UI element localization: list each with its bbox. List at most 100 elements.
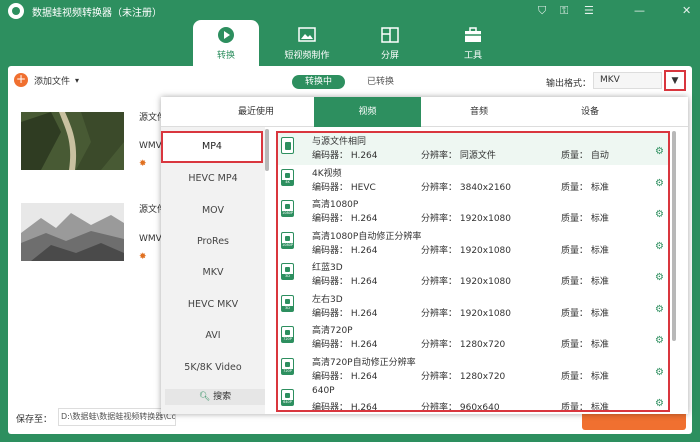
preset-item[interactable]: 4K 4K视频 编码器： HEVC 分辨率： 3840x2160 质量： 标准 …	[278, 165, 668, 197]
output-format-select[interactable]: MKV	[593, 72, 662, 89]
format-item-hevc-mkv[interactable]: HEVC MKV	[161, 289, 265, 321]
app-window: 数据蛙视频转换器（未注册） ⛉ ⚿ ☰ — ✕ 转换 短视频制作 分屏 工具 +…	[0, 0, 700, 442]
dropdown-arrow-icon: ▼	[671, 75, 679, 86]
same-as-source-icon	[281, 137, 294, 154]
video-thumbnail[interactable]	[21, 112, 124, 170]
edit-effects-icon[interactable]: ✸	[139, 159, 147, 169]
preset-name: 640P	[312, 386, 335, 396]
gear-icon[interactable]: ⚙	[655, 147, 664, 157]
video-preset-icon: 4K	[281, 168, 294, 186]
gear-icon[interactable]: ⚙	[655, 273, 664, 283]
tab-device[interactable]: 设备	[537, 97, 643, 127]
gear-icon[interactable]: ⚙	[655, 210, 664, 220]
preset-codec: 编码器： H.264	[312, 340, 378, 350]
format-item-hevc-mp4[interactable]: HEVC MP4	[161, 163, 265, 195]
cart-icon[interactable]: ⛉	[538, 4, 546, 18]
save-path-field[interactable]: D:\数据蛙\数据蛙视频转换器\Converted	[58, 408, 176, 426]
preset-quality: 质量： 标准	[561, 340, 609, 350]
tab-short-video-label: 短视频制作	[284, 51, 330, 61]
format-item-mkv[interactable]: MKV	[161, 257, 265, 289]
format-popup: 最近使用 视频 音频 设备 MP4 HEVC MP4 MOV ProRes MK…	[161, 97, 688, 414]
format-item-5k8k[interactable]: 5K/8K Video	[161, 352, 265, 384]
plus-icon: +	[14, 72, 28, 87]
tab-split-screen[interactable]: 分屏	[357, 20, 423, 66]
gear-icon[interactable]: ⚙	[655, 304, 664, 315]
video-preset-icon: 3D	[281, 294, 294, 312]
search-icon: 🔍︎	[198, 392, 211, 402]
preset-resolution: 分辨率： 1920x1080	[421, 214, 511, 224]
format-category-tabs: 最近使用 视频 音频 设备	[161, 97, 688, 127]
tab-converting[interactable]: 转换中	[292, 75, 346, 89]
file-format: WMV	[139, 141, 162, 151]
video-thumbnail[interactable]	[21, 203, 124, 261]
add-file-button[interactable]: + 添加文件 ▾	[14, 73, 79, 87]
format-item-avi[interactable]: AVI	[161, 320, 265, 352]
add-file-chevron-icon[interactable]: ▾	[75, 76, 79, 85]
preset-codec: 编码器： H.264	[312, 371, 378, 382]
preset-item[interactable]: 与源文件相同 编码器： H.264 分辨率： 同源文件 质量： 自动 ⚙	[278, 133, 668, 165]
gear-icon[interactable]: ⚙	[655, 336, 664, 346]
video-preset-icon: 720P	[281, 357, 294, 375]
preset-quality: 质量： 标准	[561, 371, 609, 382]
menu-icon[interactable]: ☰	[584, 4, 594, 17]
preset-resolution: 分辨率： 1920x1080	[421, 245, 511, 256]
preset-item[interactable]: 1080P 高清1080P自动修正分辨率 编码器： H.264 分辨率： 192…	[278, 228, 668, 260]
toolbox-icon	[462, 25, 484, 45]
tab-recent[interactable]: 最近使用	[203, 97, 309, 127]
app-logo-icon	[8, 3, 24, 19]
preset-codec: 编码器： H.264	[312, 151, 378, 161]
preset-item[interactable]: 720P 高清720P 编码器： H.264 分辨率： 1280x720 质量：…	[278, 322, 668, 354]
video-preset-icon: 1080P	[281, 231, 294, 249]
format-search-button[interactable]: 🔍︎ 搜索	[165, 389, 265, 405]
file-format: WMV	[139, 234, 162, 244]
gear-icon[interactable]: ⚙	[655, 367, 664, 378]
preset-codec: 编码器： H.264	[312, 214, 378, 224]
tab-audio[interactable]: 音频	[426, 97, 532, 127]
close-button[interactable]: ✕	[682, 4, 691, 17]
gear-icon[interactable]: ⚙	[655, 241, 664, 252]
split-screen-icon	[379, 25, 401, 45]
tab-convert[interactable]: 转换	[193, 20, 259, 66]
preset-quality: 质量： 标准	[561, 403, 609, 412]
tab-tools[interactable]: 工具	[440, 20, 506, 66]
video-preset-icon: 1080P	[281, 200, 294, 217]
tab-short-video[interactable]: 短视频制作	[274, 20, 340, 66]
tab-tools-label: 工具	[463, 51, 482, 61]
format-dropdown-button[interactable]: ▼	[664, 70, 686, 91]
app-title: 数据蛙视频转换器（未注册）	[32, 7, 162, 19]
video-preset-icon: 640P	[281, 389, 294, 406]
preset-item[interactable]: 1080P 高清1080P 编码器： H.264 分辨率： 1920x1080 …	[278, 196, 668, 228]
preset-codec: 编码器： H.264	[312, 277, 378, 287]
preset-item[interactable]: 3D 左右3D 编码器： H.264 分辨率： 1920x1080 质量： 标准…	[278, 291, 668, 323]
preset-quality: 质量： 标准	[561, 277, 609, 287]
preset-name: 高清720P自动修正分辨率	[312, 357, 416, 368]
convert-toolbar: + 添加文件 ▾ 转换中 已转换 输出格式： MKV ▼	[8, 66, 692, 96]
format-list-scrollbar[interactable]	[265, 129, 269, 171]
minimize-button[interactable]: —	[634, 4, 645, 17]
tab-converted[interactable]: 已转换	[354, 75, 407, 89]
format-item-mov[interactable]: MOV	[161, 195, 265, 227]
edit-effects-icon[interactable]: ✸	[139, 252, 147, 262]
key-icon[interactable]: ⚿	[560, 4, 568, 18]
preset-resolution: 分辨率： 1920x1080	[421, 277, 511, 287]
preset-quality: 质量： 标准	[561, 182, 609, 193]
tab-split-screen-label: 分屏	[380, 51, 399, 61]
gear-icon[interactable]: ⚙	[655, 178, 664, 189]
title-bar: 数据蛙视频转换器（未注册） ⛉ ⚿ ☰ — ✕	[0, 0, 700, 22]
tab-convert-label: 转换	[216, 51, 235, 61]
preset-item[interactable]: 720P 高清720P自动修正分辨率 编码器： H.264 分辨率： 1280x…	[278, 354, 668, 386]
output-format-label: 输出格式：	[546, 79, 592, 89]
main-nav: 转换 短视频制作 分屏 工具	[0, 20, 700, 66]
gear-icon[interactable]: ⚙	[655, 399, 664, 409]
preset-list-scrollbar[interactable]	[672, 131, 676, 341]
format-item-prores[interactable]: ProRes	[161, 226, 265, 258]
preset-resolution: 分辨率： 3840x2160	[421, 182, 511, 193]
preset-name: 高清1080P自动修正分辨率	[312, 231, 422, 242]
file-item[interactable]: 源文件 WMV ✸	[8, 196, 168, 286]
preset-item[interactable]: 640P 640P 编码器： H.264 分辨率： 960x640 质量： 标准…	[278, 385, 668, 412]
format-item-mp4[interactable]: MP4	[161, 131, 263, 163]
file-item[interactable]: 源文件 WMV ✸	[8, 104, 168, 194]
tab-video[interactable]: 视频	[314, 97, 421, 127]
preset-item[interactable]: 3D 红蓝3D 编码器： H.264 分辨率： 1920x1080 质量： 标准…	[278, 259, 668, 291]
video-preset-icon: 3D	[281, 263, 294, 280]
